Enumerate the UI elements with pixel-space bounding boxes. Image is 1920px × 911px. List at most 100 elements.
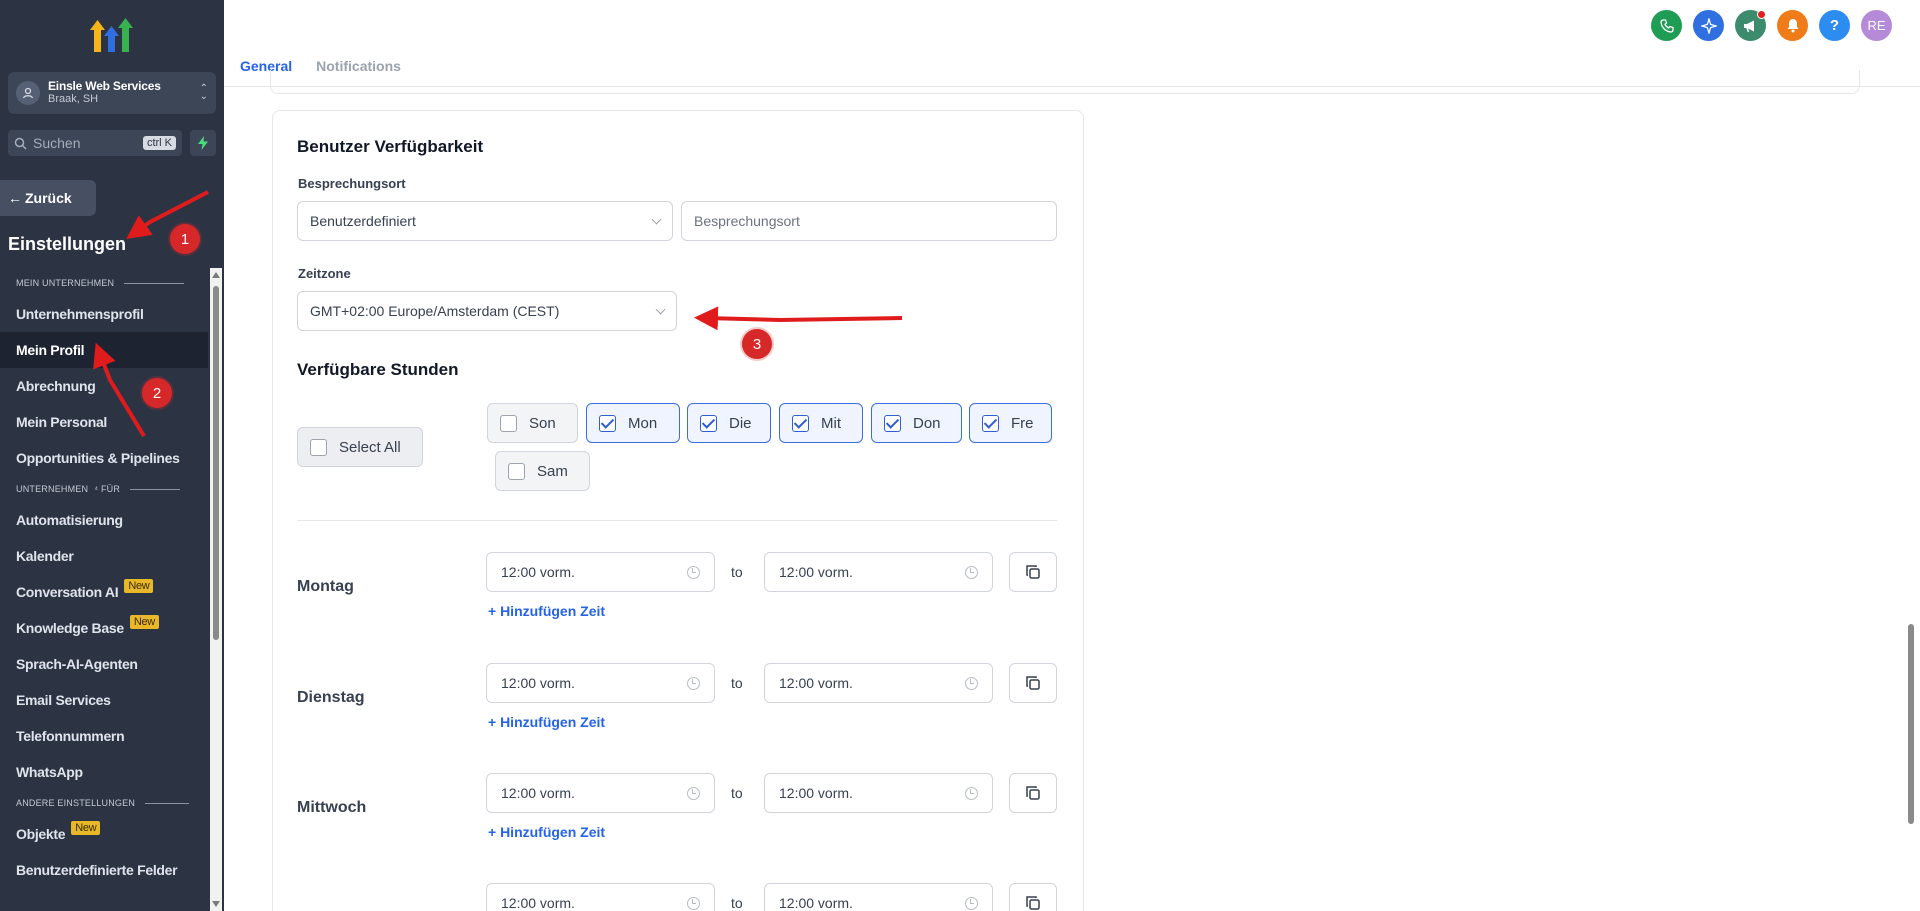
meeting-location-select[interactable]: Benutzerdefiniert (297, 201, 673, 241)
time-value: 12:00 vorm. (501, 564, 575, 580)
checkbox-checked-icon (700, 414, 717, 432)
megaphone-icon[interactable] (1735, 10, 1766, 41)
scrollbar-thumb[interactable] (213, 286, 219, 640)
time-value: 12:00 vorm. (501, 895, 575, 911)
clock-icon (965, 786, 978, 800)
day-toggle-thu[interactable]: Don (871, 403, 962, 443)
day-label: Mit (821, 414, 841, 432)
scrollbar-thumb[interactable] (1908, 624, 1914, 824)
add-time-link[interactable]: + Hinzufügen Zeit (488, 714, 605, 730)
page-scrollbar[interactable] (1906, 88, 1916, 911)
time-value: 12:00 vorm. (779, 785, 853, 801)
time-value: 12:00 vorm. (779, 564, 853, 580)
time-to-input[interactable]: 12:00 vorm. (764, 663, 993, 703)
copy-times-button[interactable] (1009, 663, 1057, 703)
search-shortcut: ctrl K (142, 136, 176, 150)
sidebar-item-knowledge-base[interactable]: Knowledge Base New (0, 610, 208, 646)
app-logo[interactable] (88, 14, 136, 54)
scroll-down-icon[interactable] (212, 901, 220, 907)
phone-icon[interactable] (1651, 10, 1682, 41)
time-value: 12:00 vorm. (501, 785, 575, 801)
select-all-checkbox[interactable]: Select All (297, 427, 423, 467)
ai-sparkle-icon[interactable] (1693, 10, 1724, 41)
sidebar-scrollbar[interactable] (210, 268, 222, 911)
day-name-monday: Montag (297, 578, 354, 595)
clock-icon (687, 896, 700, 910)
clock-icon (687, 786, 700, 800)
time-to-input[interactable]: 12:00 vorm. (764, 552, 993, 592)
new-badge: New (129, 615, 159, 629)
day-name-tuesday: Dienstag (297, 689, 365, 706)
sidebar: Einsle Web Services Braak, SH ⌃ ⌄ Suchen … (0, 0, 224, 911)
hours-divider (297, 520, 1057, 521)
add-time-link[interactable]: + Hinzufügen Zeit (488, 824, 605, 840)
sidebar-item-email[interactable]: Email Services (0, 682, 208, 718)
day-label: Son (529, 414, 556, 432)
day-toggle-mon[interactable]: Mon (586, 403, 680, 443)
sidebar-item-calendar[interactable]: Kalender (0, 538, 208, 574)
time-to-input[interactable]: 12:00 vorm. (764, 883, 993, 911)
help-icon[interactable]: ? (1819, 10, 1850, 41)
copy-times-button[interactable] (1009, 552, 1057, 592)
time-from-input[interactable]: 12:00 vorm. (486, 773, 715, 813)
meeting-location-value: Benutzerdefiniert (310, 213, 416, 229)
day-toggle-fri[interactable]: Fre (969, 403, 1052, 443)
timezone-value: GMT+02:00 Europe/Amsterdam (CEST) (310, 303, 560, 319)
user-avatar[interactable]: RE (1861, 10, 1892, 41)
annotation-number-1: 1 (170, 224, 200, 254)
timezone-select[interactable]: GMT+02:00 Europe/Amsterdam (CEST) (297, 291, 677, 331)
checkbox-checked-icon (792, 414, 809, 432)
timezone-label: Zeitzone (298, 266, 351, 281)
day-toggle-sun[interactable]: Son (487, 403, 578, 443)
sidebar-item-label: Objekte (16, 826, 66, 842)
nav-section-suffix-text: FÜR (100, 484, 121, 494)
back-button[interactable]: ← Zurück (0, 180, 96, 216)
bell-icon[interactable] (1777, 10, 1808, 41)
sidebar-item-voice-ai[interactable]: Sprach-AI-Agenten (0, 646, 208, 682)
sidebar-item-conversation-ai[interactable]: Conversation AI New (0, 574, 208, 610)
sidebar-item-my-staff[interactable]: Mein Personal (0, 404, 208, 440)
sidebar-item-my-profile[interactable]: Mein Profil (0, 332, 208, 368)
to-label: to (731, 895, 743, 911)
to-label: to (731, 785, 743, 801)
sidebar-item-automation[interactable]: Automatisierung (0, 502, 208, 538)
time-value: 12:00 vorm. (779, 895, 853, 911)
day-toggle-tue[interactable]: Die (687, 403, 771, 443)
notification-dot (1757, 10, 1766, 19)
copy-times-button[interactable] (1009, 773, 1057, 813)
time-from-input[interactable]: 12:00 vorm. (486, 883, 715, 911)
day-name-wednesday: Mittwoch (297, 799, 367, 816)
nav-section-label: MEIN UNTERNEHMEN (16, 278, 115, 288)
sidebar-item-opportunities[interactable]: Opportunities & Pipelines (0, 440, 208, 476)
day-toggle-wed[interactable]: Mit (779, 403, 863, 443)
back-label: Zurück (25, 190, 72, 206)
checkbox-icon (508, 462, 525, 480)
search-placeholder: Suchen (33, 135, 81, 151)
sidebar-item-whatsapp[interactable]: WhatsApp (0, 754, 208, 790)
clock-icon (965, 896, 978, 910)
time-to-input[interactable]: 12:00 vorm. (764, 773, 993, 813)
sidebar-item-label: Conversation AI (16, 584, 119, 600)
add-time-link[interactable]: + Hinzufügen Zeit (488, 603, 605, 619)
availability-title: Benutzer Verfügbarkeit (297, 137, 484, 156)
time-from-input[interactable]: 12:00 vorm. (486, 663, 715, 703)
sidebar-item-phone-numbers[interactable]: Telefonnummern (0, 718, 208, 754)
new-badge: New (71, 821, 101, 835)
account-switcher[interactable]: Einsle Web Services Braak, SH ⌃ ⌄ (8, 72, 216, 114)
copy-times-button[interactable] (1009, 883, 1057, 911)
meeting-location-input[interactable]: Besprechungsort (681, 201, 1057, 241)
meeting-location-label: Besprechungsort (298, 176, 406, 191)
sidebar-item-custom-fields[interactable]: Benutzerdefinierte Felder (0, 852, 208, 888)
quick-actions-button[interactable] (190, 130, 216, 156)
day-toggle-sat[interactable]: Sam (495, 451, 590, 491)
sidebar-item-company-profile[interactable]: Unternehmensprofil (0, 296, 208, 332)
nav-section-label: UNTERNEHMEN (16, 484, 89, 494)
search-input[interactable]: Suchen ctrl K (8, 130, 182, 156)
sidebar-item-objects[interactable]: Objekte New (0, 816, 208, 852)
sidebar-item-billing[interactable]: Abrechnung (0, 368, 208, 404)
settings-nav: MEIN UNTERNEHMEN Unternehmensprofil Mein… (0, 270, 208, 888)
annotation-number-2: 2 (142, 378, 172, 408)
location-icon (16, 81, 40, 105)
time-from-input[interactable]: 12:00 vorm. (486, 552, 715, 592)
scroll-up-icon[interactable] (212, 272, 220, 278)
